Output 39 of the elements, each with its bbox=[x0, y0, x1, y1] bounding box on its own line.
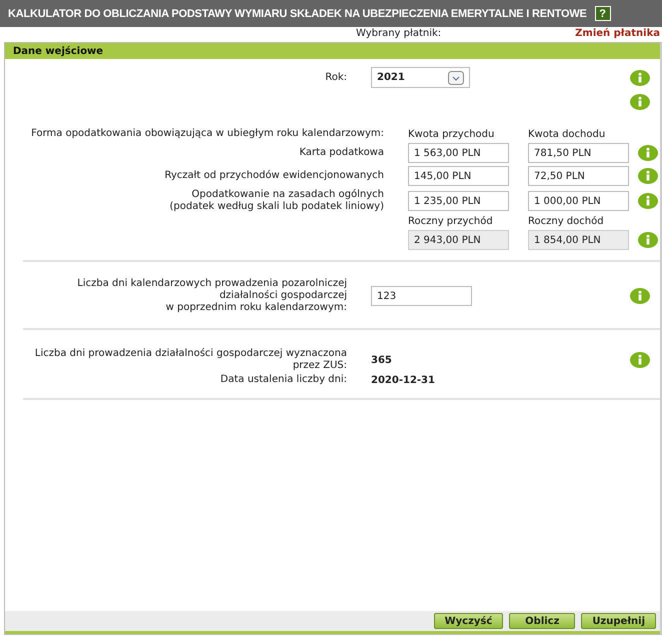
info-icon[interactable] bbox=[638, 145, 658, 161]
action-button[interactable]: Wyczyść bbox=[434, 613, 504, 629]
date-value: 2020-12-31 bbox=[371, 374, 435, 386]
column-header: Kwota przychodu bbox=[408, 128, 496, 140]
info-icon[interactable] bbox=[630, 94, 650, 110]
zus-days-value: 365 bbox=[371, 354, 392, 366]
profit-field[interactable]: 781,50 PLN bbox=[528, 143, 629, 163]
info-icon[interactable] bbox=[638, 232, 658, 248]
column-header: Roczny dochód bbox=[528, 216, 605, 227]
info-icon[interactable] bbox=[630, 70, 650, 86]
column-header: Kwota dochodu bbox=[528, 128, 606, 140]
year-label: Rok: bbox=[324, 72, 348, 84]
info-icon[interactable] bbox=[630, 288, 650, 304]
panel-title: Dane wejściowe bbox=[13, 46, 104, 56]
change-payer-link[interactable]: Zmień płatnika bbox=[575, 28, 660, 39]
income-field[interactable]: 1 235,00 PLN bbox=[408, 191, 509, 211]
income-field[interactable]: 1 563,00 PLN bbox=[408, 143, 509, 163]
zus-days-label: Liczba dni prowadzenia działalności gospodarczej wyznaczona przez ZUS: bbox=[34, 348, 348, 372]
days-label: Liczba dni kalendarzowych prowadzenia pozarolniczej działalności gospodarczej w poprzednim roku kalendarzowym: bbox=[76, 278, 348, 314]
date-label: Data ustalenia liczby dni: bbox=[219, 374, 348, 386]
action-button[interactable]: Uzupełnij bbox=[581, 613, 656, 629]
tax-form-label: Opodatkowanie na zasadach ogólnych (podatek według skali lub podatek liniowy) bbox=[168, 189, 384, 213]
days-field[interactable]: 123 bbox=[371, 286, 472, 306]
info-icon[interactable] bbox=[638, 168, 658, 184]
income-field[interactable]: 145,00 PLN bbox=[408, 166, 509, 186]
column-header: Roczny przychód bbox=[408, 216, 494, 227]
tax-form-label: Forma opodatkowania obowiązująca w ubiegłym roku kalendarzowym: bbox=[30, 128, 384, 140]
profit-field[interactable]: 1 000,00 PLN bbox=[528, 191, 629, 211]
tax-form-label: Ryczałt od przychodów ewidencjonowanych bbox=[164, 170, 384, 182]
info-icon[interactable] bbox=[638, 193, 658, 209]
help-button[interactable]: ? bbox=[594, 6, 611, 21]
action-button[interactable]: Oblicz bbox=[509, 613, 576, 629]
tax-form-label: Karta podatkowa bbox=[298, 147, 384, 159]
profit-field[interactable]: 72,50 PLN bbox=[528, 166, 629, 186]
window-title: KALKULATOR DO OBLICZANIA PODSTAWY WYMIARU SKŁADEK NA UBEZPIECZENIA EMERYTALNE I RENTOWE bbox=[8, 8, 587, 20]
info-icon[interactable] bbox=[630, 352, 650, 368]
payer-label: Wybrany płatnik: bbox=[356, 28, 442, 39]
dropdown-caret-icon bbox=[448, 70, 464, 84]
year-select[interactable]: 2021 bbox=[371, 67, 470, 88]
